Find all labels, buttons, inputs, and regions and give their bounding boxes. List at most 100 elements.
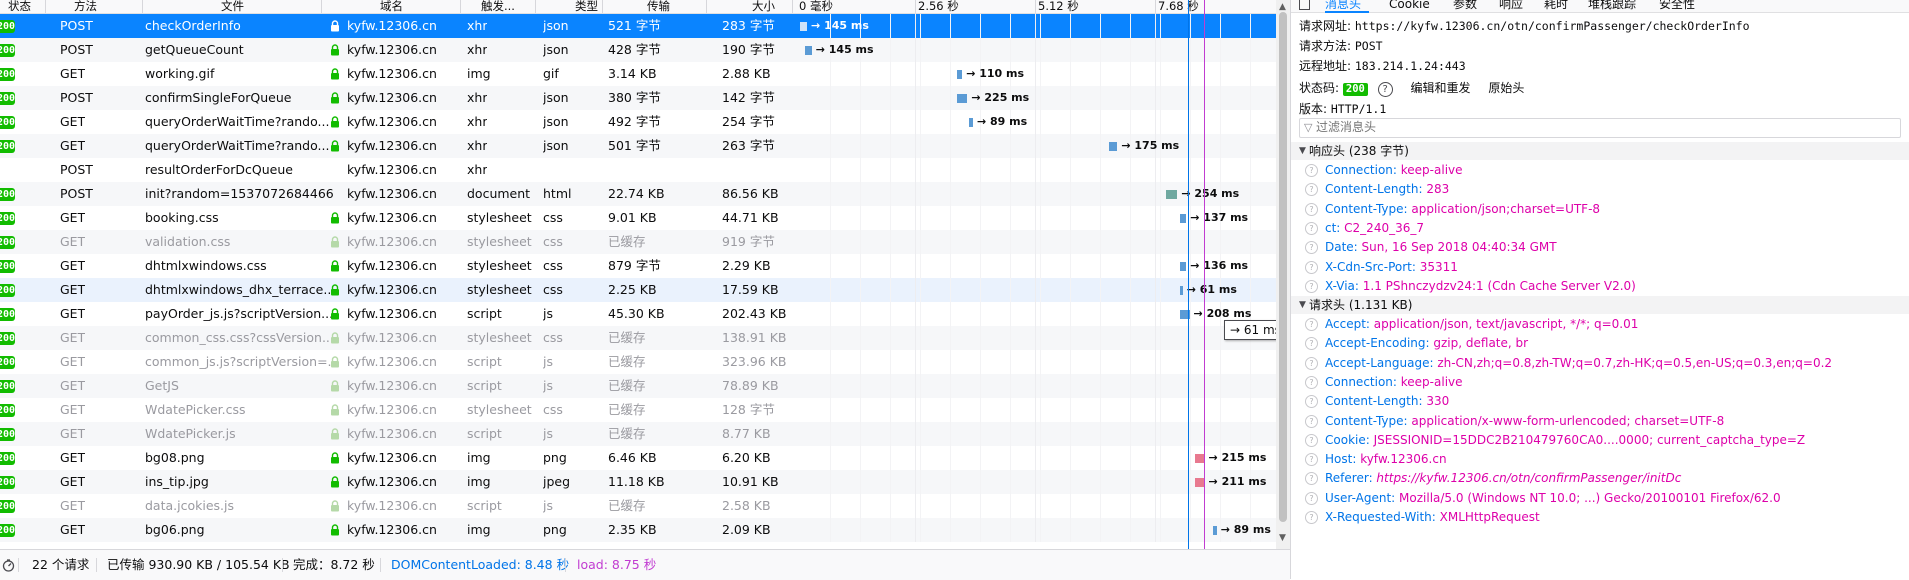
help-icon[interactable]: ? <box>1305 164 1318 177</box>
header-row[interactable]: ? Content-Type: application/json;charset=… <box>1291 200 1909 219</box>
tab-cookies[interactable]: Cookie <box>1389 0 1430 10</box>
header-row[interactable]: ? Content-Length: 330 <box>1291 392 1909 411</box>
help-icon[interactable]: ? <box>1305 318 1318 331</box>
request-row[interactable]: 200 GET ins_tip.jpg kyfw.12306.cn img jpeg 11.… <box>0 470 1276 494</box>
request-row[interactable]: 200 GET WdatePicker.css kyfw.12306.cn styles… <box>0 398 1276 422</box>
tab-params[interactable]: 参数 <box>1453 0 1477 10</box>
help-icon[interactable]: ? <box>1305 241 1318 255</box>
header-row[interactable]: ? Date: Sun, 16 Sep 2018 04:40:34 GMT <box>1291 238 1909 257</box>
request-row[interactable]: 200 GET GetJS kyfw.12306.cn script js 已缓存 78.89… <box>0 374 1276 398</box>
request-row[interactable]: 200 GET validation.css kyfw.12306.cn stylesh… <box>0 230 1276 254</box>
scroll-down-arrow-icon[interactable]: ▼ <box>1279 533 1286 543</box>
waterfall-bar[interactable] <box>1179 214 1187 223</box>
help-icon[interactable]: ? <box>1305 356 1318 370</box>
column-divider[interactable] <box>321 0 322 13</box>
header-row[interactable]: ? Accept-Encoding: gzip, deflate, br <box>1291 334 1909 353</box>
help-icon[interactable]: ? <box>1305 395 1318 409</box>
response-headers-section[interactable]: ▼ 响应头 (238 字节) <box>1291 142 1909 160</box>
tab-timings[interactable]: 耗时 <box>1544 0 1568 10</box>
header-row[interactable]: ? Accept: application/json, text/javascri… <box>1291 315 1909 334</box>
column-divider[interactable] <box>460 0 461 13</box>
help-icon[interactable]: ? <box>1305 337 1318 351</box>
header-row[interactable]: ? Connection: keep-alive <box>1291 373 1909 392</box>
scroll-up-arrow-icon[interactable]: ▲ <box>1279 2 1286 12</box>
waterfall-bar[interactable] <box>804 46 812 55</box>
tab-headers[interactable]: 消息头 <box>1325 0 1361 10</box>
header-row[interactable]: ? Host: kyfw.12306.cn <box>1291 450 1909 469</box>
request-row[interactable]: 200 POST getQueueCount kyfw.12306.cn xhr json… <box>0 38 1276 62</box>
column-cause[interactable]: 触发... <box>481 0 515 13</box>
request-row[interactable]: 200 GET dhtmlxwindows.css kyfw.12306.cn styl… <box>0 254 1276 278</box>
waterfall-bar[interactable] <box>957 70 963 79</box>
request-row[interactable]: 200 GET queryOrderWaitTime?rando... kyfw.12… <box>0 110 1276 134</box>
waterfall-bar[interactable] <box>1165 190 1178 199</box>
column-divider[interactable] <box>142 0 143 13</box>
tab-security[interactable]: 安全性 <box>1659 0 1695 10</box>
header-row[interactable]: ? Cookie: JSESSIONID=15DDC2B210479760CA0.… <box>1291 431 1909 450</box>
request-row[interactable]: 200 POST init?random=1537072684466 kyfw.123… <box>0 182 1276 206</box>
header-row[interactable]: ? X-Via: 1.1 PShnczydzv24:1 (Cdn Cache Se… <box>1291 277 1909 296</box>
column-divider[interactable] <box>706 0 707 13</box>
column-method[interactable]: 方法 <box>74 0 97 13</box>
help-icon[interactable]: ? <box>1305 221 1318 235</box>
performance-stopwatch-icon[interactable] <box>2 550 15 580</box>
help-icon[interactable]: ? <box>1305 183 1318 197</box>
help-icon[interactable]: ? <box>1305 511 1318 524</box>
request-row[interactable]: 200 GET booking.css kyfw.12306.cn stylesheet… <box>0 206 1276 230</box>
request-row[interactable]: 200 GET common_js.js?scriptVersion=... kyfw… <box>0 350 1276 374</box>
request-row[interactable]: 200 GET dhtmlxwindows_dhx_terrace.... kyfw.… <box>0 278 1276 302</box>
column-status[interactable]: 状态 <box>8 0 31 13</box>
request-row[interactable]: 200 GET data.jcokies.js kyfw.12306.cn script… <box>0 494 1276 518</box>
waterfall-bar[interactable] <box>968 118 973 127</box>
header-row[interactable]: ? ct: C2_240_36_7 <box>1291 219 1909 238</box>
request-row[interactable]: 200 GET working.gif kyfw.12306.cn img gif 3.14… <box>0 62 1276 86</box>
collapse-triangle-icon[interactable]: ▼ <box>1299 142 1306 160</box>
help-icon[interactable]: ? <box>1305 433 1318 447</box>
header-row[interactable]: ? Content-Type: application/x-www-form-ur… <box>1291 412 1909 431</box>
header-row[interactable]: ? Content-Length: 283 <box>1291 180 1909 199</box>
column-domain[interactable]: 域名 <box>380 0 403 13</box>
waterfall-bar[interactable] <box>1109 142 1118 151</box>
column-size[interactable]: 大小 <box>752 0 775 13</box>
column-transferred[interactable]: 传输 <box>647 0 670 13</box>
request-row[interactable]: 200 GET WdatePicker.js kyfw.12306.cn script j… <box>0 422 1276 446</box>
help-icon[interactable]: ? <box>1305 491 1318 505</box>
edit-resend-button[interactable]: 编辑和重发 <box>1411 81 1471 95</box>
header-row[interactable]: ? X-Requested-With: XMLHttpRequest <box>1291 508 1909 527</box>
column-divider[interactable] <box>602 0 603 13</box>
tab-response[interactable]: 响应 <box>1499 0 1523 10</box>
waterfall-bar[interactable] <box>800 22 808 31</box>
header-row[interactable]: ? User-Agent: Mozilla/5.0 (Windows NT 10.… <box>1291 489 1909 508</box>
header-row[interactable]: ? X-Cdn-Src-Port: 35311 <box>1291 258 1909 277</box>
column-file[interactable]: 文件 <box>221 0 244 13</box>
help-icon[interactable]: ? <box>1305 260 1318 274</box>
help-icon[interactable]: ? <box>1305 202 1318 216</box>
help-icon[interactable]: ? <box>1305 279 1318 293</box>
help-icon[interactable]: ? <box>1305 375 1318 389</box>
header-row[interactable]: ? Accept-Language: zh-CN,zh;q=0.8,zh-TW;q… <box>1291 354 1909 373</box>
help-icon[interactable]: ? <box>1377 82 1393 97</box>
column-type[interactable]: 类型 <box>575 0 598 13</box>
waterfall-bar[interactable] <box>1179 262 1187 271</box>
scrollbar-thumb[interactable] <box>1279 12 1287 522</box>
column-divider[interactable] <box>535 0 536 13</box>
request-row[interactable]: POST resultOrderForDcQueue kyfw.12306.cn xh… <box>0 158 1276 182</box>
column-divider[interactable] <box>45 0 46 13</box>
request-row[interactable]: 200 GET payOrder_js.js?scriptVersion... kyf… <box>0 302 1276 326</box>
help-icon[interactable]: ? <box>1305 472 1318 486</box>
request-row[interactable]: 200 GET common_css.css?cssVersion... kyfw.1… <box>0 326 1276 350</box>
request-row[interactable]: 200 POST confirmSingleForQueue kyfw.12306.c… <box>0 86 1276 110</box>
column-divider[interactable] <box>792 0 793 13</box>
waterfall-bar[interactable] <box>957 94 968 103</box>
toggle-panel-icon[interactable] <box>1299 0 1310 10</box>
header-row[interactable]: ? Connection: keep-alive <box>1291 161 1909 180</box>
request-row[interactable]: 200 GET bg08.png kyfw.12306.cn img png 6.46 KB… <box>0 446 1276 470</box>
help-icon[interactable]: ? <box>1305 453 1318 467</box>
filter-headers-input[interactable] <box>1316 120 1886 134</box>
request-headers-section[interactable]: ▼ 请求头 (1.131 KB) <box>1291 296 1909 314</box>
tab-stack-trace[interactable]: 堆栈跟踪 <box>1588 0 1636 10</box>
collapse-triangle-icon[interactable]: ▼ <box>1299 296 1306 314</box>
raw-headers-toggle[interactable]: 原始头 <box>1488 81 1524 95</box>
request-row[interactable]: 200 GET bg06.png kyfw.12306.cn img png 2.35 KB… <box>0 518 1276 542</box>
request-row[interactable]: 200 GET queryOrderWaitTime?rando... kyfw.12… <box>0 134 1276 158</box>
